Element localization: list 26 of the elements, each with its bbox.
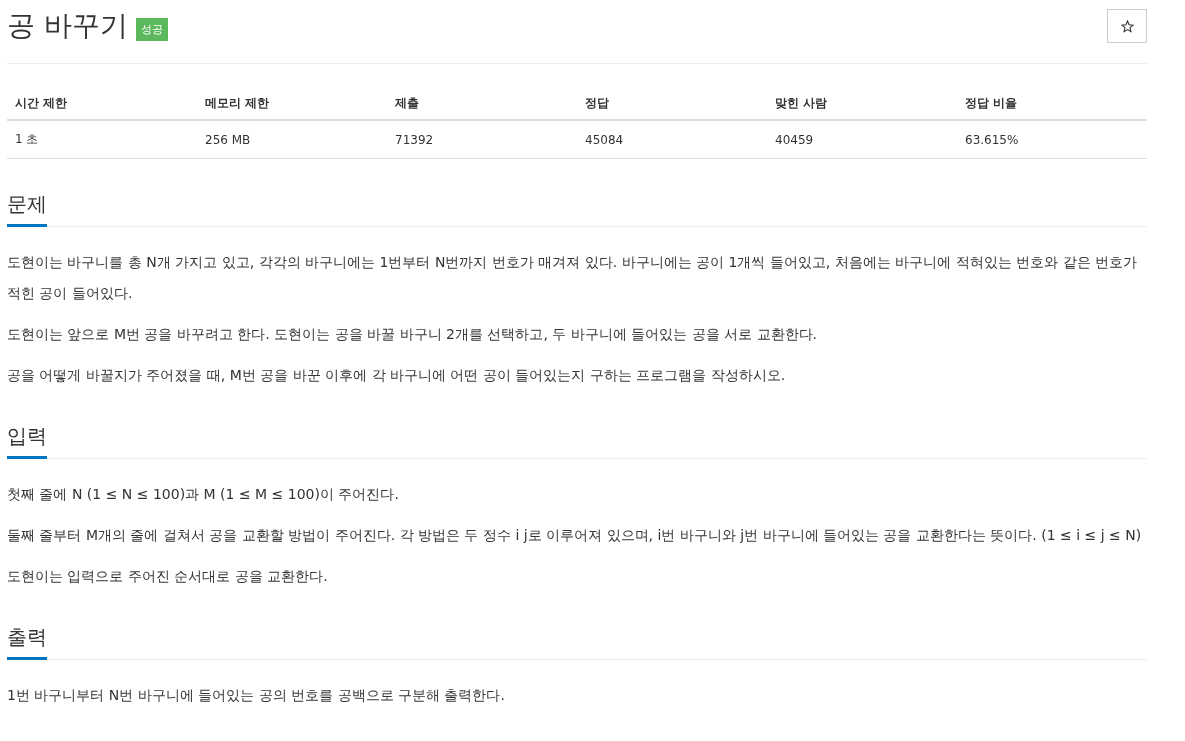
table-cell: 40459 — [767, 120, 957, 159]
table-cell: 45084 — [577, 120, 767, 159]
status-badge: 성공 — [135, 17, 168, 41]
paragraph: 도현이는 바구니를 총 N개 가지고 있고, 각각의 바구니에는 1번부터 N번까지 번호가 매겨져 있다. 바구니에는 공이 1개씩 들어있고, 처음에는 바구니에 적혀있는 번호와 같은 번호가 적힌 공이 들어있다. — [7, 253, 1138, 303]
column-header: 맞힌 사람 — [767, 88, 957, 120]
paragraph: 1번 바구니부터 N번 바구니에 들어있는 공의 번호를 공백으로 구분해 출력한다. — [7, 686, 506, 705]
column-header: 제출 — [387, 88, 577, 120]
problem-title: 공 바꾸기 — [7, 8, 128, 44]
favorite-button[interactable] — [1107, 9, 1147, 43]
paragraph: 공을 어떻게 바꿀지가 주어졌을 때, M번 공을 바꾼 이후에 각 바구니에 어떤 공이 들어있는지 구하는 프로그램을 작성하시오. — [7, 366, 787, 385]
column-header: 정답 비율 — [957, 88, 1147, 120]
table-cell: 63.615% — [957, 120, 1147, 159]
section-heading: 입력 — [7, 423, 47, 459]
section-heading: 출력 — [7, 624, 47, 660]
star-icon — [1120, 19, 1134, 33]
table-cell: 71392 — [387, 120, 577, 159]
paragraph: 둘째 줄부터 M개의 줄에 걸쳐서 공을 교환할 방법이 주어진다. 각 방법은 두 정수 i j로 이루어져 있으며, i번 바구니와 j번 바구니에 들어있는 공을 교환한다는 뜻이다. (1 ≤ i ≤ j ≤ N) — [7, 526, 1143, 545]
column-header: 시간 제한 — [7, 88, 197, 120]
section-heading: 문제 — [7, 191, 47, 227]
table-cell: 256 MB — [197, 120, 387, 159]
paragraph: 첫째 줄에 N (1 ≤ N ≤ 100)과 M (1 ≤ M ≤ 100)이 주어진다. — [7, 485, 400, 504]
table-cell: 1 초 — [7, 120, 197, 159]
paragraph: 도현이는 앞으로 M번 공을 바꾸려고 한다. 도현이는 공을 바꿀 바구니 2개를 선택하고, 두 바구니에 들어있는 공을 서로 교환한다. — [7, 325, 818, 344]
paragraph: 도현이는 입력으로 주어진 순서대로 공을 교환한다. — [7, 567, 329, 586]
column-header: 정답 — [577, 88, 767, 120]
column-header: 메모리 제한 — [197, 88, 387, 120]
